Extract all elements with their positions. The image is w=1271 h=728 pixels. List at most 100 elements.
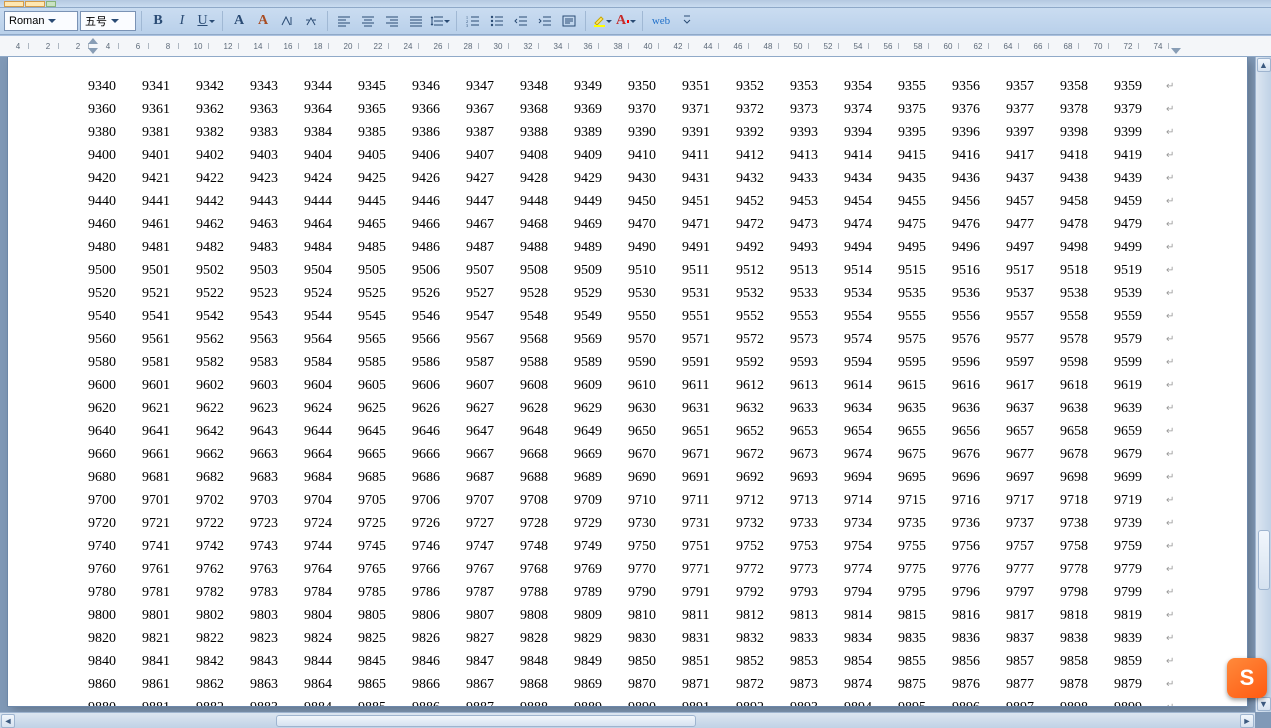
number-token: 9653	[790, 420, 844, 443]
text-line: 9760976197629763976497659766976797689769…	[88, 558, 1187, 581]
number-token: 9386	[412, 121, 466, 144]
scroll-right-button[interactable]: ►	[1240, 714, 1254, 728]
text-line: 9360936193629363936493659366936793689369…	[88, 98, 1187, 121]
font-outline-button[interactable]: A	[228, 10, 250, 32]
horizontal-scroll-thumb[interactable]	[276, 715, 696, 727]
decrease-indent-button[interactable]	[510, 10, 532, 32]
ruler-label: 54	[848, 42, 868, 51]
number-token: 9718	[1060, 489, 1114, 512]
align-justify-button[interactable]	[405, 10, 427, 32]
number-token: 9751	[682, 535, 736, 558]
number-token: 9818	[1060, 604, 1114, 627]
horizontal-ruler[interactable]: 4224681012141618202224262830323436384042…	[0, 35, 1271, 57]
font-color-button[interactable]: A	[615, 10, 637, 32]
number-token: 9714	[844, 489, 898, 512]
ime-indicator[interactable]: S	[1227, 658, 1267, 698]
scroll-up-button[interactable]: ▲	[1257, 58, 1271, 72]
vertical-scrollbar[interactable]: ▲ ▼	[1255, 57, 1271, 712]
paragraph-layout-button[interactable]	[558, 10, 580, 32]
font-shadow-button[interactable]: A	[252, 10, 274, 32]
number-token: 9872	[736, 673, 790, 696]
bulleted-list-button[interactable]	[486, 10, 508, 32]
number-token: 9705	[358, 489, 412, 512]
ruler-label: 42	[668, 42, 688, 51]
number-token: 9462	[196, 213, 250, 236]
number-token: 9716	[952, 489, 1006, 512]
horizontal-scrollbar[interactable]: ◄ ►	[0, 712, 1255, 728]
character-scaling-button[interactable]	[300, 10, 322, 32]
text-line: 9640964196429643964496459646964796489649…	[88, 420, 1187, 443]
number-token: 9897	[1006, 696, 1060, 706]
number-token: 9519	[1114, 259, 1168, 282]
document-content[interactable]: 9340934193429343934493459346934793489349…	[8, 57, 1247, 706]
number-token: 9760	[88, 558, 142, 581]
font-name-combo[interactable]: Roman	[4, 11, 78, 31]
number-token: 9740	[88, 535, 142, 558]
left-indent-marker[interactable]	[88, 38, 98, 54]
number-token: 9707	[466, 489, 520, 512]
scroll-down-button[interactable]: ▼	[1257, 697, 1271, 711]
number-token: 9616	[952, 374, 1006, 397]
ruler-label: 62	[968, 42, 988, 51]
paragraph-mark-icon: ↵	[1166, 535, 1174, 558]
ruler-label: 52	[818, 42, 838, 51]
number-token: 9672	[736, 443, 790, 466]
number-token: 9726	[412, 512, 466, 535]
paragraph-mark-icon: ↵	[1166, 167, 1174, 190]
font-size-combo[interactable]: 五号	[80, 11, 136, 31]
number-token: 9786	[412, 581, 466, 604]
number-token: 9459	[1114, 190, 1168, 213]
document-map-button[interactable]: web	[648, 10, 674, 32]
paragraph-mark-icon: ↵	[1166, 650, 1174, 673]
paragraph-mark-icon: ↵	[1166, 420, 1174, 443]
number-token: 9823	[250, 627, 304, 650]
number-token: 9638	[1060, 397, 1114, 420]
number-token: 9576	[952, 328, 1006, 351]
number-token: 9797	[1006, 581, 1060, 604]
number-token: 9370	[628, 98, 682, 121]
italic-button[interactable]: I	[171, 10, 193, 32]
number-token: 9800	[88, 604, 142, 627]
toolbar-options-button[interactable]	[676, 10, 698, 32]
number-token: 9860	[88, 673, 142, 696]
ruler-label: 16	[278, 42, 298, 51]
paragraph-mark-icon: ↵	[1166, 305, 1174, 328]
number-token: 9499	[1114, 236, 1168, 259]
right-indent-marker[interactable]	[1171, 48, 1181, 54]
line-spacing-button[interactable]	[429, 10, 451, 32]
number-token: 9622	[196, 397, 250, 420]
vertical-scroll-thumb[interactable]	[1258, 530, 1270, 590]
number-token: 9388	[520, 121, 574, 144]
scroll-left-button[interactable]: ◄	[1, 714, 15, 728]
number-token: 9626	[412, 397, 466, 420]
number-token: 9430	[628, 167, 682, 190]
align-center-button[interactable]	[357, 10, 379, 32]
ruler-label: 32	[518, 42, 538, 51]
ruler-label: 72	[1118, 42, 1138, 51]
number-token: 9633	[790, 397, 844, 420]
number-token: 9571	[682, 328, 736, 351]
number-token: 9861	[142, 673, 196, 696]
number-token: 9383	[250, 121, 304, 144]
number-token: 9645	[358, 420, 412, 443]
underline-button[interactable]: U	[195, 10, 217, 32]
ime-label: S	[1240, 665, 1255, 691]
bold-button[interactable]: B	[147, 10, 169, 32]
number-token: 9880	[88, 696, 142, 706]
change-case-button[interactable]	[276, 10, 298, 32]
number-token: 9389	[574, 121, 628, 144]
number-token: 9562	[196, 328, 250, 351]
number-token: 9357	[1006, 75, 1060, 98]
increase-indent-button[interactable]	[534, 10, 556, 32]
number-token: 9610	[628, 374, 682, 397]
number-token: 9698	[1060, 466, 1114, 489]
numbered-list-button[interactable]: 123	[462, 10, 484, 32]
align-right-button[interactable]	[381, 10, 403, 32]
number-token: 9811	[682, 604, 736, 627]
number-token: 9834	[844, 627, 898, 650]
document-page[interactable]: 9340934193429343934493459346934793489349…	[8, 57, 1247, 706]
number-token: 9418	[1060, 144, 1114, 167]
align-left-button[interactable]	[333, 10, 355, 32]
highlight-color-button[interactable]	[591, 10, 613, 32]
number-token: 9727	[466, 512, 520, 535]
